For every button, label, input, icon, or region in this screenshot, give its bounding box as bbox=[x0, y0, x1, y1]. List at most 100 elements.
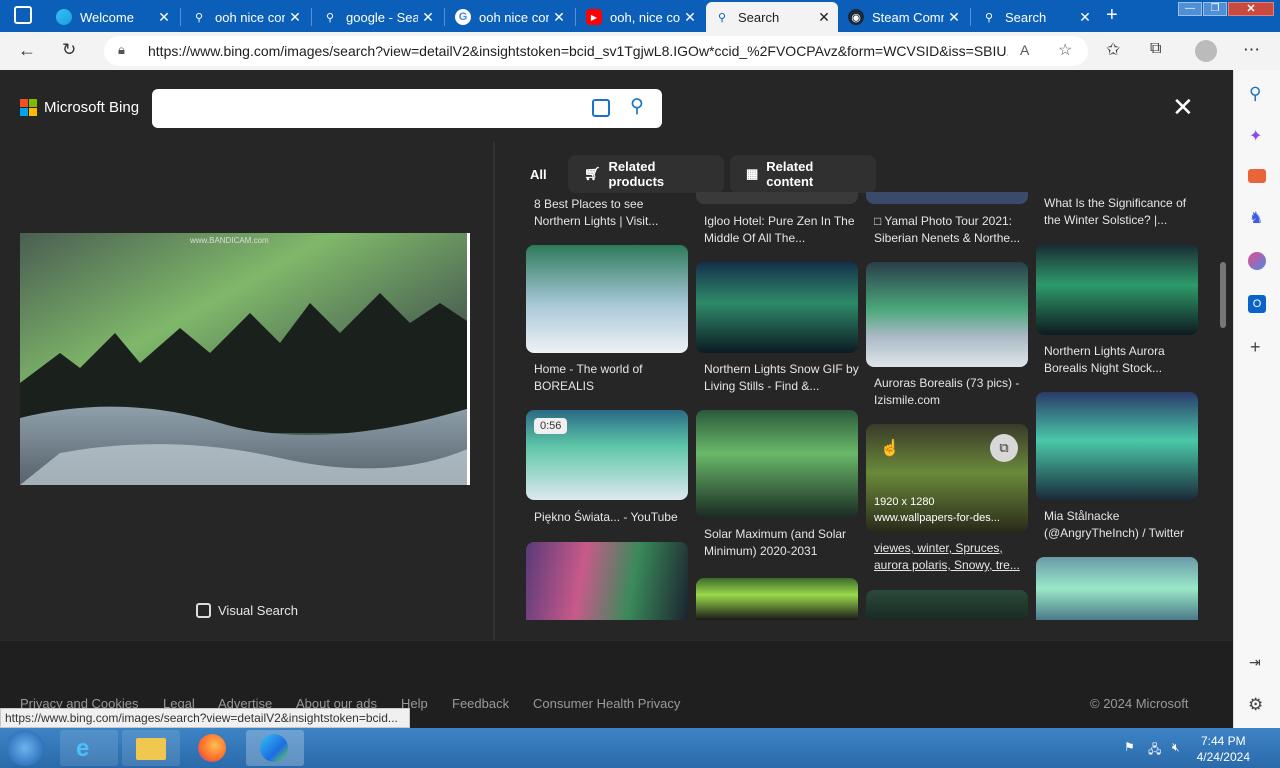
result-thumbnail[interactable] bbox=[526, 542, 688, 620]
network-icon[interactable]: 🖧︎ bbox=[1148, 740, 1161, 761]
microsoft-logo-icon[interactable] bbox=[20, 99, 38, 117]
steam-icon: ◉ bbox=[848, 9, 864, 25]
result-caption[interactable]: Auroras Borealis (73 pics) - Izismile.co… bbox=[874, 375, 1030, 409]
result-caption[interactable]: Solar Maximum (and Solar Minimum) 2020-2… bbox=[704, 526, 860, 560]
filter-related-content[interactable]: ▦ Related content bbox=[730, 155, 876, 193]
visual-search-icon[interactable] bbox=[592, 99, 610, 117]
more-menu-icon[interactable]: ⋯ bbox=[1243, 40, 1260, 60]
footer-link-health-privacy[interactable]: Consumer Health Privacy bbox=[533, 696, 680, 711]
clock-time: 7:44 PM bbox=[1200, 734, 1246, 748]
status-url: https://www.bing.com/images/search?view=… bbox=[0, 708, 410, 728]
url-text[interactable]: https://www.bing.com/images/search?view=… bbox=[148, 43, 1008, 59]
search-icon[interactable]: ⚲ bbox=[1249, 84, 1261, 104]
result-caption[interactable]: What Is the Significance of the Winter S… bbox=[1044, 195, 1200, 229]
tab-separator bbox=[311, 8, 312, 26]
result-thumbnail[interactable] bbox=[1036, 244, 1198, 335]
tab-google-ooh[interactable]: G ooh nice comment ✕ bbox=[447, 2, 573, 32]
search-icon: ⚲ bbox=[325, 11, 335, 24]
flag-icon[interactable]: ⚑ bbox=[1124, 740, 1135, 754]
close-tab-icon[interactable]: ✕ bbox=[680, 9, 700, 26]
tab-actions-icon[interactable] bbox=[14, 6, 32, 24]
add-sidebar-app-icon[interactable]: + bbox=[1250, 337, 1261, 358]
result-caption[interactable]: Northern Lights Snow GIF by Living Still… bbox=[704, 361, 860, 395]
taskbar-ie[interactable]: e bbox=[60, 730, 118, 766]
tab-welcome[interactable]: Welcome ✕ bbox=[48, 2, 178, 32]
taskbar-firefox[interactable] bbox=[184, 730, 242, 766]
close-tab-icon[interactable]: ✕ bbox=[418, 9, 438, 26]
tab-ooh-nice-comment[interactable]: ⚲ ooh nice comment ✕ bbox=[183, 2, 309, 32]
result-thumbnail[interactable] bbox=[866, 262, 1028, 367]
footer-link-feedback[interactable]: Feedback bbox=[452, 696, 509, 711]
new-tab-icon[interactable]: + bbox=[1106, 4, 1118, 27]
tab-youtube[interactable]: ▶ ooh, nice comment ✕ bbox=[578, 2, 704, 32]
shopping-icon[interactable] bbox=[1248, 169, 1266, 183]
close-tab-icon[interactable]: ✕ bbox=[814, 9, 834, 26]
result-thumbnail[interactable] bbox=[696, 410, 858, 518]
result-thumbnail[interactable] bbox=[696, 262, 858, 353]
close-tab-icon[interactable]: ✕ bbox=[154, 9, 174, 26]
favorites-icon[interactable]: ✩ bbox=[1106, 40, 1120, 60]
result-caption[interactable]: Mia Stålnacke (@AngryTheInch) / Twitter bbox=[1044, 508, 1200, 542]
read-aloud-icon[interactable]: A bbox=[1020, 42, 1029, 58]
outlook-icon[interactable]: O bbox=[1248, 295, 1266, 313]
result-thumbnail[interactable] bbox=[1036, 392, 1198, 500]
result-thumbnail[interactable] bbox=[866, 192, 1028, 204]
close-window-icon[interactable]: ✕ bbox=[1228, 2, 1274, 16]
start-button-icon[interactable] bbox=[6, 730, 44, 766]
close-tab-icon[interactable]: ✕ bbox=[944, 9, 964, 26]
hide-sidebar-icon[interactable]: ⇥ bbox=[1249, 654, 1261, 671]
add-favorite-icon[interactable]: ☆ bbox=[1058, 40, 1072, 60]
refresh-icon[interactable]: ↻ bbox=[62, 40, 76, 60]
result-thumbnail[interactable]: 0:56 bbox=[526, 410, 688, 500]
result-caption[interactable]: 8 Best Places to see Northern Lights | V… bbox=[534, 196, 690, 230]
result-thumbnail[interactable] bbox=[696, 192, 858, 204]
result-caption[interactable]: Northern Lights Aurora Borealis Night St… bbox=[1044, 343, 1200, 377]
tab-separator bbox=[444, 8, 445, 26]
taskbar-clock[interactable]: 7:44 PM 4/24/2024 bbox=[1197, 733, 1250, 765]
result-thumbnail[interactable] bbox=[526, 245, 688, 353]
result-thumbnail[interactable] bbox=[1036, 557, 1198, 620]
result-caption[interactable]: viewes, winter, Spruces, aurora polaris,… bbox=[874, 540, 1030, 574]
profile-avatar-icon[interactable] bbox=[1195, 40, 1217, 62]
result-caption[interactable]: Home - The world of BOREALIS bbox=[534, 361, 690, 395]
close-tab-icon[interactable]: ✕ bbox=[285, 9, 305, 26]
bing-logo-text[interactable]: Microsoft Bing bbox=[44, 99, 139, 116]
close-tab-icon[interactable]: ✕ bbox=[1075, 9, 1095, 26]
lock-icon[interactable]: 🔒︎ bbox=[118, 42, 125, 58]
result-thumbnail[interactable] bbox=[696, 578, 858, 620]
filter-all[interactable]: All bbox=[514, 155, 562, 193]
collections-icon[interactable]: ⧉ bbox=[1150, 40, 1161, 58]
copilot-icon[interactable]: ✦ bbox=[1249, 126, 1262, 146]
main-aurora-image[interactable]: www.BANDICAM.com bbox=[20, 233, 470, 485]
back-icon[interactable]: ← bbox=[18, 40, 36, 61]
close-tab-icon[interactable]: ✕ bbox=[549, 9, 569, 26]
result-caption[interactable]: Igloo Hotel: Pure Zen In The Middle Of A… bbox=[704, 213, 860, 247]
restore-icon[interactable]: ❐ bbox=[1203, 2, 1227, 16]
watermark-icon: www.BANDICAM.com bbox=[190, 236, 269, 245]
result-caption[interactable]: Piękno Świata... - YouTube bbox=[534, 509, 690, 526]
taskbar-explorer[interactable] bbox=[122, 730, 180, 766]
tab-google-search[interactable]: ⚲ google - Search ✕ bbox=[314, 2, 442, 32]
search-input[interactable] bbox=[152, 89, 662, 128]
tab-search[interactable]: ⚲ Search ✕ bbox=[973, 2, 1099, 32]
settings-icon[interactable]: ⚙ bbox=[1248, 695, 1263, 715]
result-caption[interactable]: □ Yamal Photo Tour 2021: Siberian Nenets… bbox=[874, 213, 1030, 247]
taskbar-edge[interactable] bbox=[246, 730, 304, 766]
microsoft365-icon[interactable] bbox=[1248, 252, 1266, 270]
results-scrollbar[interactable] bbox=[1220, 262, 1226, 328]
result-thumbnail[interactable] bbox=[866, 590, 1028, 620]
visual-search-label[interactable]: Visual Search bbox=[218, 603, 298, 618]
minimize-icon[interactable]: — bbox=[1178, 2, 1202, 16]
volume-muted-icon[interactable]: 🔇︎ bbox=[1172, 740, 1180, 755]
games-icon[interactable]: ♞ bbox=[1249, 208, 1263, 228]
image-dimensions: 1920 x 1280 bbox=[874, 496, 935, 508]
close-icon[interactable]: ✕ bbox=[1172, 92, 1194, 123]
visual-search-icon[interactable] bbox=[196, 603, 211, 618]
tab-search-active[interactable]: ⚲ Search ✕ bbox=[706, 2, 838, 32]
visual-search-icon[interactable]: ⧉ bbox=[990, 434, 1018, 462]
google-icon: G bbox=[455, 9, 471, 25]
tab-steam[interactable]: ◉ Steam Community ✕ bbox=[840, 2, 968, 32]
edge-icon bbox=[56, 9, 72, 25]
filter-related-products[interactable]: 🛒︎ Related products bbox=[568, 155, 724, 193]
search-icon[interactable]: ⚲ bbox=[630, 95, 644, 118]
